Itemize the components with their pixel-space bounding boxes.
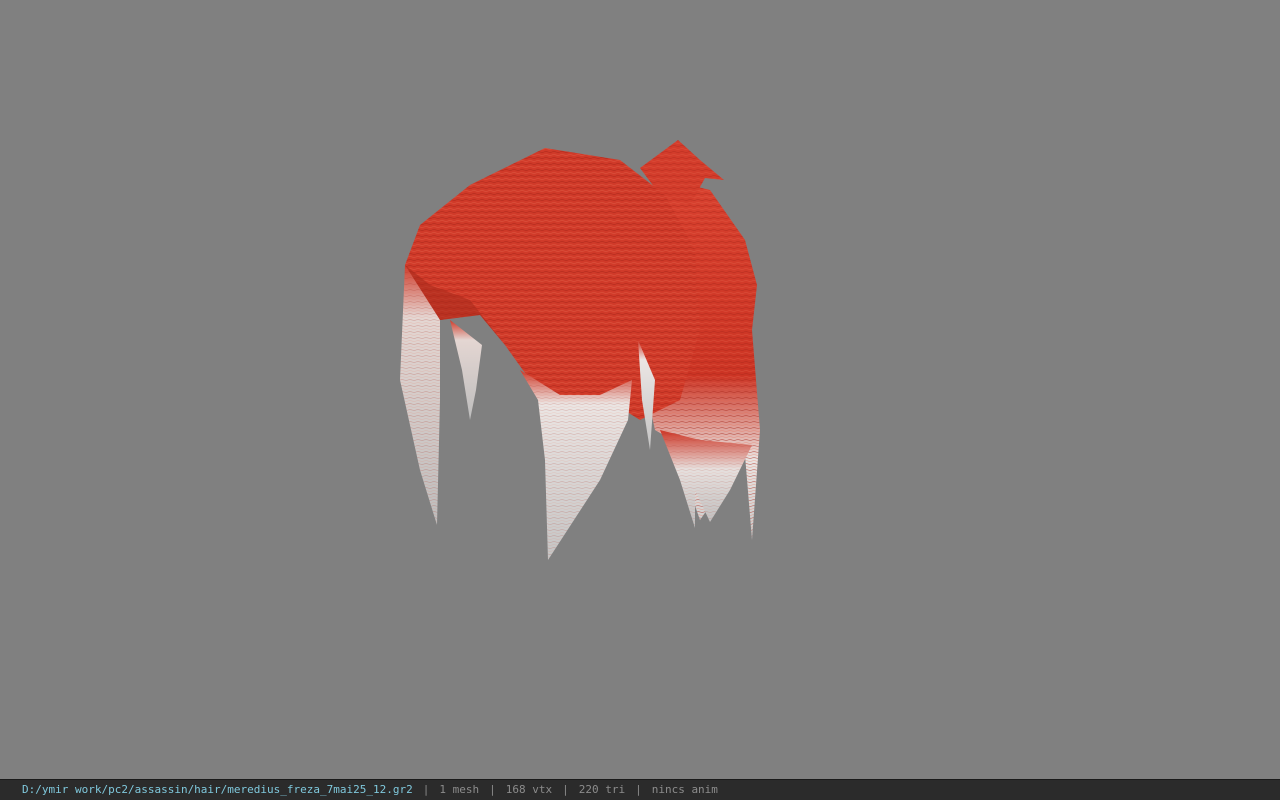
status-bar: D:/ymir work/pc2/assassin/hair/meredius_… <box>0 779 1280 800</box>
file-path-label: D:/ymir work/pc2/assassin/hair/meredius_… <box>22 783 413 796</box>
triangle-count-label: 220 tri <box>578 783 626 796</box>
separator: | <box>422 783 430 796</box>
animation-status-label: nincs anim <box>651 783 718 796</box>
hair-mesh-model[interactable] <box>0 0 1280 779</box>
vertex-count-label: 168 vtx <box>505 783 553 796</box>
separator: | <box>562 783 569 796</box>
separator: | <box>635 783 642 796</box>
hair-strand-left-inner <box>450 320 482 420</box>
mesh-count-label: 1 mesh <box>439 783 480 796</box>
3d-viewport[interactable] <box>0 0 1280 779</box>
separator: | <box>489 783 496 796</box>
